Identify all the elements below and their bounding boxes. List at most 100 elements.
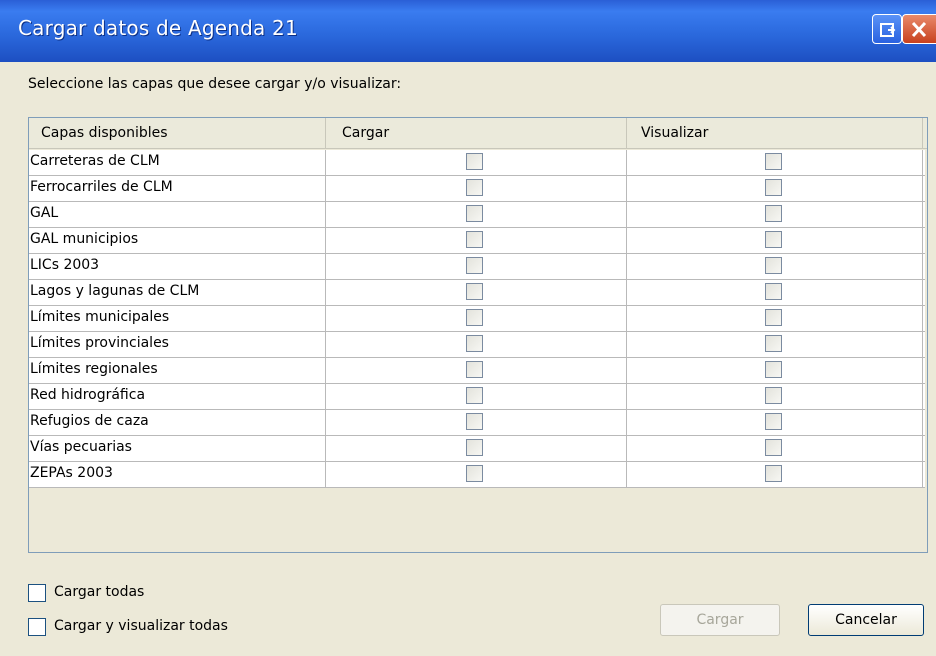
header-cargar[interactable]: Cargar bbox=[326, 118, 627, 148]
layer-name: Ferrocarriles de CLM bbox=[30, 179, 173, 195]
layer-name: Límites municipales bbox=[30, 309, 170, 325]
layer-name-cell: Refugios de caza bbox=[29, 410, 326, 435]
layer-name: Refugios de caza bbox=[30, 413, 149, 429]
layer-name: Red hidrográfica bbox=[30, 387, 146, 403]
visualizar-checkbox[interactable] bbox=[765, 439, 782, 456]
visualizar-cell bbox=[627, 150, 923, 175]
layer-name: ZEPAs 2003 bbox=[30, 465, 113, 481]
cargar-cell bbox=[326, 436, 627, 461]
cargar-checkbox[interactable] bbox=[466, 179, 483, 196]
close-icon bbox=[911, 21, 927, 38]
layer-name: Límites provinciales bbox=[30, 335, 169, 351]
cargar-button[interactable]: Cargar bbox=[660, 604, 780, 636]
cargar-visualizar-todas-label: Cargar y visualizar todas bbox=[54, 618, 228, 634]
layer-name-cell: ZEPAs 2003 bbox=[29, 462, 326, 487]
layer-name-cell: Límites regionales bbox=[29, 358, 326, 383]
cargar-checkbox[interactable] bbox=[466, 439, 483, 456]
visualizar-cell bbox=[627, 436, 923, 461]
visualizar-checkbox[interactable] bbox=[765, 153, 782, 170]
visualizar-checkbox[interactable] bbox=[765, 179, 782, 196]
cancelar-button[interactable]: Cancelar bbox=[808, 604, 924, 636]
layer-name-cell: LICs 2003 bbox=[29, 254, 326, 279]
cargar-cell bbox=[326, 384, 627, 409]
cargar-cell bbox=[326, 202, 627, 227]
table-row[interactable]: Carreteras de CLM bbox=[29, 150, 925, 176]
visualizar-cell bbox=[627, 358, 923, 383]
table-row[interactable]: GAL bbox=[29, 202, 925, 228]
cargar-visualizar-todas-checkbox[interactable] bbox=[28, 618, 46, 636]
visualizar-checkbox[interactable] bbox=[765, 413, 782, 430]
visualizar-cell bbox=[627, 254, 923, 279]
table-row[interactable]: Vías pecuarias bbox=[29, 436, 925, 462]
cargar-checkbox[interactable] bbox=[466, 335, 483, 352]
layer-name-cell: Límites municipales bbox=[29, 306, 326, 331]
cargar-cell bbox=[326, 306, 627, 331]
layer-name: Carreteras de CLM bbox=[30, 153, 160, 169]
table-row[interactable]: Límites municipales bbox=[29, 306, 925, 332]
cargar-checkbox[interactable] bbox=[466, 413, 483, 430]
instruction-text: Seleccione las capas que desee cargar y/… bbox=[28, 76, 402, 92]
header-visualizar[interactable]: Visualizar bbox=[627, 118, 923, 148]
cargar-checkbox[interactable] bbox=[466, 309, 483, 326]
layer-name: GAL municipios bbox=[30, 231, 139, 247]
table-row[interactable]: Red hidrográfica bbox=[29, 384, 925, 410]
visualizar-cell bbox=[627, 410, 923, 435]
layer-name-cell: Carreteras de CLM bbox=[29, 150, 326, 175]
table-row[interactable]: GAL municipios bbox=[29, 228, 925, 254]
visualizar-cell bbox=[627, 332, 923, 357]
cargar-checkbox[interactable] bbox=[466, 231, 483, 248]
visualizar-checkbox[interactable] bbox=[765, 257, 782, 274]
title-bar: Cargar datos de Agenda 21 bbox=[0, 0, 936, 63]
restore-window-icon bbox=[880, 23, 896, 37]
cargar-checkbox[interactable] bbox=[466, 283, 483, 300]
layer-name: Límites regionales bbox=[30, 361, 158, 377]
visualizar-checkbox[interactable] bbox=[765, 387, 782, 404]
dialog-window: Cargar datos de Agenda 21 Seleccione las… bbox=[0, 0, 936, 656]
layer-name-cell: GAL municipios bbox=[29, 228, 326, 253]
cargar-cell bbox=[326, 332, 627, 357]
cargar-checkbox[interactable] bbox=[466, 257, 483, 274]
visualizar-checkbox[interactable] bbox=[765, 283, 782, 300]
layer-name-cell: Ferrocarriles de CLM bbox=[29, 176, 326, 201]
cargar-cell bbox=[326, 462, 627, 487]
cargar-todas-checkbox[interactable] bbox=[28, 584, 46, 602]
header-capas-disponibles[interactable]: Capas disponibles bbox=[29, 118, 326, 148]
visualizar-checkbox[interactable] bbox=[765, 205, 782, 222]
visualizar-checkbox[interactable] bbox=[765, 309, 782, 326]
layer-name: Lagos y lagunas de CLM bbox=[30, 283, 200, 299]
table-row[interactable]: Límites provinciales bbox=[29, 332, 925, 358]
close-button[interactable] bbox=[902, 14, 936, 44]
cargar-todas-label: Cargar todas bbox=[54, 584, 145, 600]
cargar-cell bbox=[326, 358, 627, 383]
visualizar-checkbox[interactable] bbox=[765, 231, 782, 248]
cargar-cell bbox=[326, 176, 627, 201]
visualizar-checkbox[interactable] bbox=[765, 335, 782, 352]
layers-table: Capas disponibles Cargar Visualizar Carr… bbox=[28, 117, 928, 553]
visualizar-checkbox[interactable] bbox=[765, 465, 782, 482]
visualizar-cell bbox=[627, 384, 923, 409]
cargar-checkbox[interactable] bbox=[466, 361, 483, 378]
cargar-cell bbox=[326, 410, 627, 435]
layer-name-cell: Vías pecuarias bbox=[29, 436, 326, 461]
restore-button[interactable] bbox=[872, 14, 902, 44]
table-row[interactable]: LICs 2003 bbox=[29, 254, 925, 280]
table-row[interactable]: Refugios de caza bbox=[29, 410, 925, 436]
cargar-cell bbox=[326, 280, 627, 305]
layer-name-cell: GAL bbox=[29, 202, 326, 227]
visualizar-cell bbox=[627, 228, 923, 253]
cargar-cell bbox=[326, 254, 627, 279]
window-title: Cargar datos de Agenda 21 bbox=[18, 16, 298, 40]
visualizar-cell bbox=[627, 176, 923, 201]
cargar-checkbox[interactable] bbox=[466, 153, 483, 170]
cargar-checkbox[interactable] bbox=[466, 387, 483, 404]
cargar-checkbox[interactable] bbox=[466, 205, 483, 222]
table-row[interactable]: Ferrocarriles de CLM bbox=[29, 176, 925, 202]
table-row[interactable]: Límites regionales bbox=[29, 358, 925, 384]
table-row[interactable]: Lagos y lagunas de CLM bbox=[29, 280, 925, 306]
layer-name: Vías pecuarias bbox=[30, 439, 132, 455]
visualizar-cell bbox=[627, 306, 923, 331]
visualizar-checkbox[interactable] bbox=[765, 361, 782, 378]
cargar-checkbox[interactable] bbox=[466, 465, 483, 482]
layer-name-cell: Lagos y lagunas de CLM bbox=[29, 280, 326, 305]
table-row[interactable]: ZEPAs 2003 bbox=[29, 462, 925, 488]
